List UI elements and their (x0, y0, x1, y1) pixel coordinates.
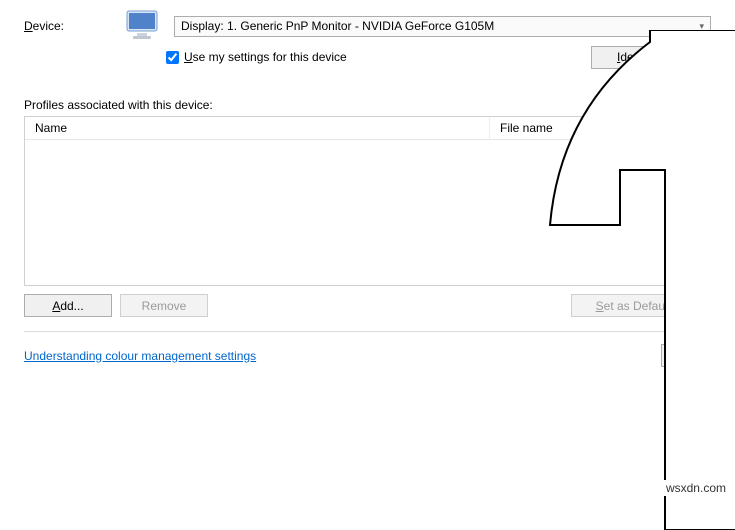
device-label: Device: (24, 19, 114, 33)
chevron-down-icon: ▾ (699, 21, 704, 32)
identify-monitor-button[interactable]: Identify moni (591, 46, 711, 69)
understanding-link[interactable]: Understanding colour management settings (24, 349, 256, 363)
remove-button: Remove (120, 294, 208, 317)
set-default-button: Set as Default Pr (571, 294, 711, 317)
profiles-list[interactable]: Name File name (24, 116, 711, 286)
use-my-settings-label[interactable]: Use my settings for this device (184, 50, 347, 64)
add-button[interactable]: Add... (24, 294, 112, 317)
profiles-list-body (25, 140, 710, 285)
use-my-settings-checkbox[interactable] (166, 51, 179, 64)
device-dropdown-value: Display: 1. Generic PnP Monitor - NVIDIA… (181, 19, 494, 33)
col-name-header[interactable]: Name (25, 117, 490, 139)
watermark: wsxdn.com (663, 480, 729, 496)
col-file-header[interactable]: File name (490, 117, 710, 139)
profiles-caption: Profiles associated with this device: (24, 98, 711, 112)
p-button[interactable]: P (661, 344, 711, 367)
divider (24, 331, 711, 332)
monitor-icon (124, 8, 164, 44)
profiles-list-header: Name File name (25, 117, 710, 140)
device-dropdown[interactable]: Display: 1. Generic PnP Monitor - NVIDIA… (174, 16, 711, 37)
